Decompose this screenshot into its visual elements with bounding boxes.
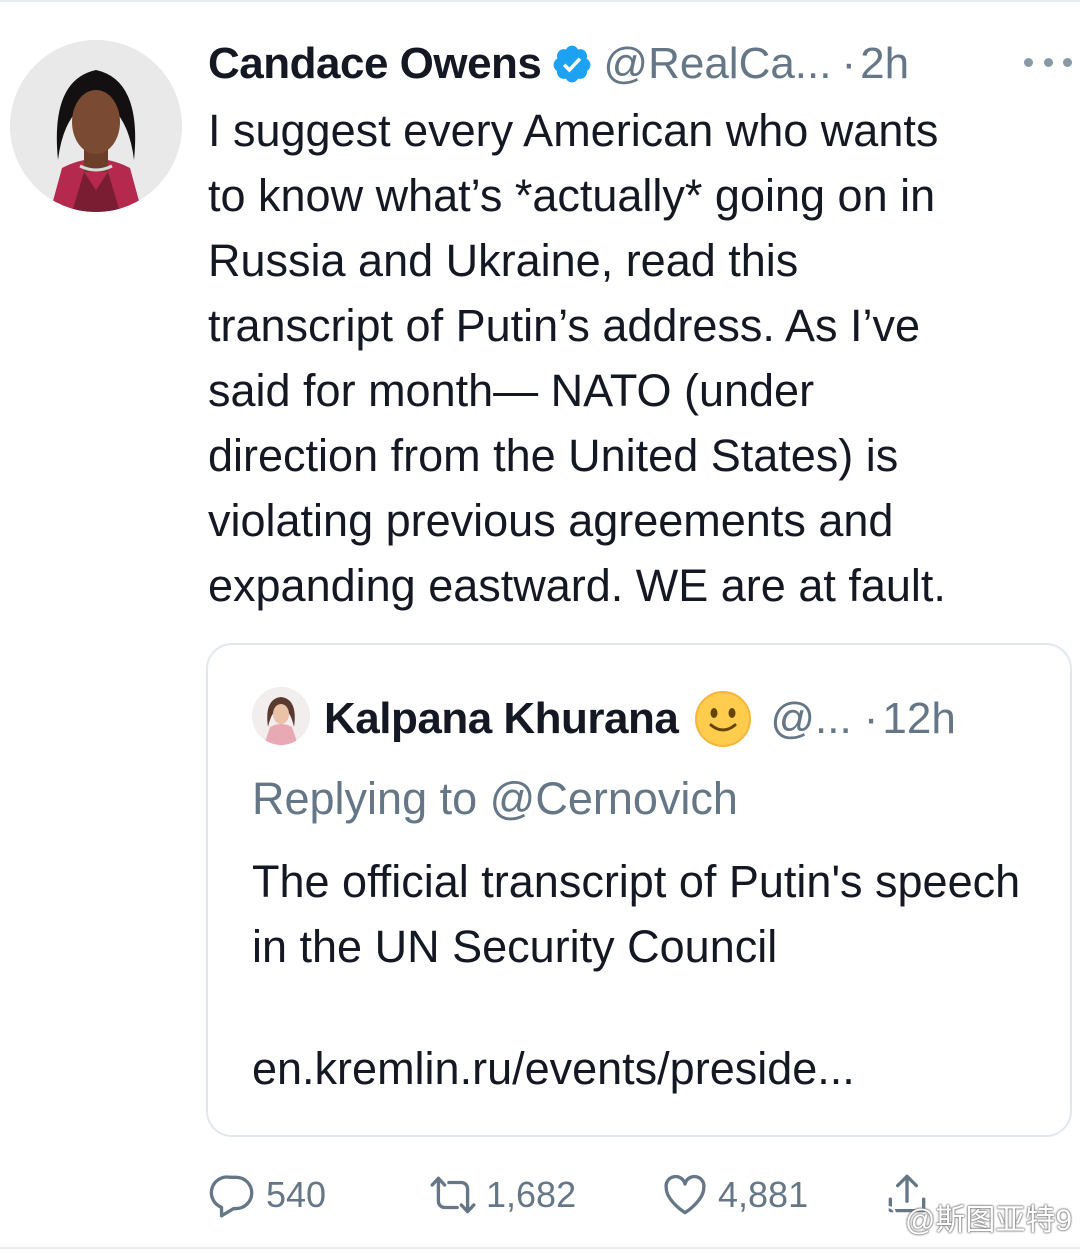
quoted-tweet-body: The official transcript of Putin's speec… [252, 856, 1021, 972]
time-separator: · [841, 39, 857, 88]
quoted-author-avatar[interactable] [252, 687, 310, 745]
watermark-text: @斯图亚特9 [904, 1204, 1072, 1237]
author-avatar[interactable] [10, 40, 182, 212]
weibo-watermark: @斯图亚特9 [859, 1195, 1072, 1239]
replying-to-label[interactable]: Replying to @Cernovich [252, 773, 738, 825]
verified-badge-icon [554, 45, 591, 83]
reply-icon [209, 1175, 254, 1218]
reply-button[interactable]: 540 [208, 1160, 326, 1230]
like-icon [664, 1174, 706, 1215]
weibo-logo-icon [860, 1205, 896, 1232]
slightly-smiling-face-icon [695, 691, 752, 747]
retweet-button[interactable]: 1,682 [428, 1160, 576, 1230]
reply-count: 540 [266, 1174, 327, 1215]
quoted-tweet-header: Kalpana Khurana @... · 12h [324, 689, 956, 749]
author-handle[interactable]: @RealCa... [603, 39, 831, 89]
quoted-author-handle[interactable]: @... [770, 694, 851, 744]
more-options-icon[interactable] [1024, 42, 1072, 82]
retweet-icon [430, 1176, 476, 1214]
tweet-timestamp[interactable]: 2h [860, 39, 909, 89]
like-button[interactable]: 4,881 [660, 1160, 808, 1230]
quoted-tweet-timestamp[interactable]: 12h [882, 694, 955, 744]
tweet-header: Candace Owens @RealCa... · 2h [208, 36, 909, 92]
top-divider [0, 0, 1080, 2]
quoted-time-separator: · [863, 694, 879, 743]
like-count: 4,881 [718, 1174, 809, 1215]
tweet-body: I suggest every American who wants to kn… [208, 105, 946, 611]
quoted-tweet-card[interactable]: Kalpana Khurana @... · 12h Replying to @… [206, 643, 1072, 1137]
quoted-author-name[interactable]: Kalpana Khurana [324, 694, 679, 744]
quoted-tweet-link[interactable]: en.kremlin.ru/events/preside... [252, 1043, 855, 1095]
author-name[interactable]: Candace Owens [208, 39, 542, 89]
retweet-count: 1,682 [486, 1174, 577, 1215]
